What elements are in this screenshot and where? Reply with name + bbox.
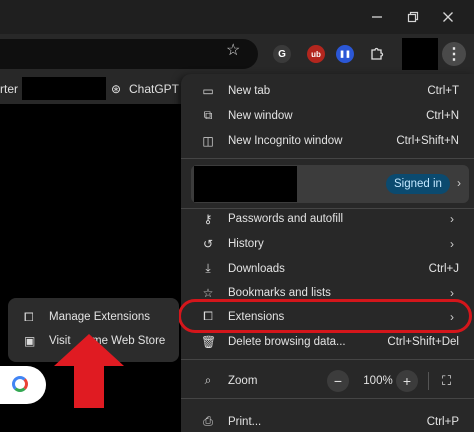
store-icon: ▣ (24, 334, 36, 348)
minimize-icon[interactable] (366, 6, 388, 28)
zoom-icon: ⌕ (204, 373, 212, 387)
chevron-right-icon: › (450, 211, 454, 226)
fullscreen-icon[interactable]: ⛶ (442, 373, 451, 389)
star-icon[interactable]: ☆ (226, 40, 240, 60)
manage-extensions-item[interactable]: ⧠ Manage Extensions (8, 305, 179, 329)
signed-in-badge: Signed in (386, 174, 450, 194)
menu-item-history[interactable]: ↺ History › (181, 231, 474, 256)
zoom-in-button[interactable]: + (396, 369, 418, 392)
printer-icon: ⎙ (203, 414, 213, 428)
chrome-menu: ▭ New tab Ctrl+T ⧉ New window Ctrl+N ◫ N… (181, 74, 474, 432)
chevron-right-icon: › (450, 285, 454, 300)
zoom-separator (428, 372, 429, 390)
pause-extension-icon[interactable]: ❚❚ (336, 45, 354, 63)
puzzle-extensions-icon[interactable] (367, 44, 387, 64)
menu-item-print[interactable]: ⎙ Print... Ctrl+P (181, 409, 474, 432)
toolbar: ☆ G ub ❚❚ ⋮ (0, 34, 474, 74)
google-lens-button[interactable] (0, 366, 46, 404)
chatgpt-icon: ⊛ (111, 82, 122, 96)
window-title-bar (0, 0, 474, 34)
chevron-right-icon: › (450, 236, 454, 251)
key-icon: ⚷ (203, 211, 213, 226)
zoom-level: 100% (363, 374, 393, 387)
profile-name-redacted (194, 166, 297, 202)
menu-divider (181, 398, 474, 399)
menu-item-passwords[interactable]: ⚷ Passwords and autofill › (181, 206, 474, 231)
ublock-icon[interactable]: ub (307, 45, 325, 63)
profile-row[interactable]: Signed in › (191, 165, 469, 203)
star-icon: ☆ (202, 285, 214, 300)
menu-item-zoom: ⌕ Zoom − 100% + ⛶ (181, 368, 474, 393)
new-tab-icon: ▭ (202, 83, 214, 98)
red-arrow-icon (54, 334, 124, 408)
puzzle-icon: ⧠ (24, 309, 34, 324)
profile-avatar-redacted[interactable] (402, 38, 438, 70)
menu-divider (181, 158, 474, 159)
trash-icon: 🗑 (201, 334, 217, 349)
incognito-icon: ◫ (202, 133, 214, 148)
chevron-right-icon: › (457, 176, 461, 190)
close-icon[interactable] (437, 6, 459, 28)
zoom-out-button[interactable]: − (327, 369, 349, 392)
bookmark-item-chatgpt[interactable]: ChatGPT (129, 82, 179, 96)
menu-item-new-tab[interactable]: ▭ New tab Ctrl+T (181, 78, 474, 103)
menu-item-downloads[interactable]: ⤓ Downloads Ctrl+J (181, 256, 474, 281)
download-icon: ⤓ (205, 261, 211, 275)
address-bar[interactable] (0, 39, 258, 69)
menu-item-incognito[interactable]: ◫ New Incognito window Ctrl+Shift+N (181, 128, 474, 153)
grammarly-icon[interactable]: G (273, 45, 291, 63)
google-lens-icon (12, 376, 28, 392)
menu-item-new-window[interactable]: ⧉ New window Ctrl+N (181, 103, 474, 128)
bookmark-item-partial[interactable]: rter (0, 82, 18, 96)
menu-divider (181, 359, 474, 360)
more-vert-icon[interactable]: ⋮ (442, 42, 466, 66)
extensions-highlight-ring (178, 299, 472, 333)
new-window-icon: ⧉ (203, 108, 213, 122)
history-icon: ↺ (202, 236, 214, 251)
restore-icon[interactable] (402, 6, 424, 28)
bookmark-item-redacted[interactable] (22, 77, 106, 100)
